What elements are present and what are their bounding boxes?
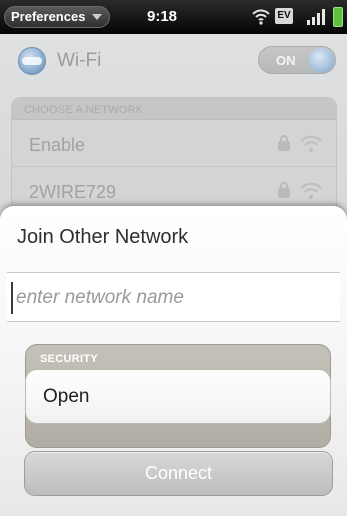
status-bar: Preferences 9:18 EV (0, 0, 347, 34)
lock-icon (278, 135, 290, 151)
battery-icon (333, 7, 343, 27)
security-group: SECURITY Open (25, 344, 331, 448)
join-network-dialog: Join Other Network SECURITY Open Connect (0, 206, 347, 516)
network-name: 2WIRE729 (29, 182, 117, 202)
security-selector[interactable]: Open (25, 369, 331, 424)
status-clock: 9:18 (147, 8, 178, 25)
wifi-icon (252, 9, 270, 25)
network-name-field[interactable] (7, 272, 340, 322)
wifi-header: Wi-Fi ON (0, 34, 347, 88)
security-label: SECURITY (40, 353, 99, 365)
text-cursor (11, 282, 13, 314)
wifi-title: Wi-Fi (57, 50, 102, 71)
network-name-input[interactable] (16, 282, 334, 314)
wifi-signal-icon (300, 135, 322, 152)
app-menu-label: Preferences (11, 9, 86, 24)
chevron-down-icon (92, 14, 103, 20)
connect-button[interactable]: Connect (24, 451, 333, 496)
dialog-title: Join Other Network (17, 226, 189, 248)
wifi-signal-icon (300, 182, 322, 199)
network-name: Enable (29, 135, 86, 155)
wifi-logo-icon (18, 47, 46, 75)
network-list-heading: CHOOSE A NETWORK (12, 98, 336, 120)
wifi-toggle-label: ON (276, 53, 296, 68)
network-row[interactable]: Enable (12, 121, 336, 167)
wifi-toggle[interactable]: ON (258, 46, 336, 74)
lock-icon (278, 182, 290, 198)
signal-strength-icon (307, 9, 325, 25)
app-menu-button[interactable]: Preferences (4, 6, 111, 28)
security-value: Open (43, 386, 90, 407)
toggle-knob (309, 48, 334, 73)
network-type-badge: EV (275, 8, 293, 24)
